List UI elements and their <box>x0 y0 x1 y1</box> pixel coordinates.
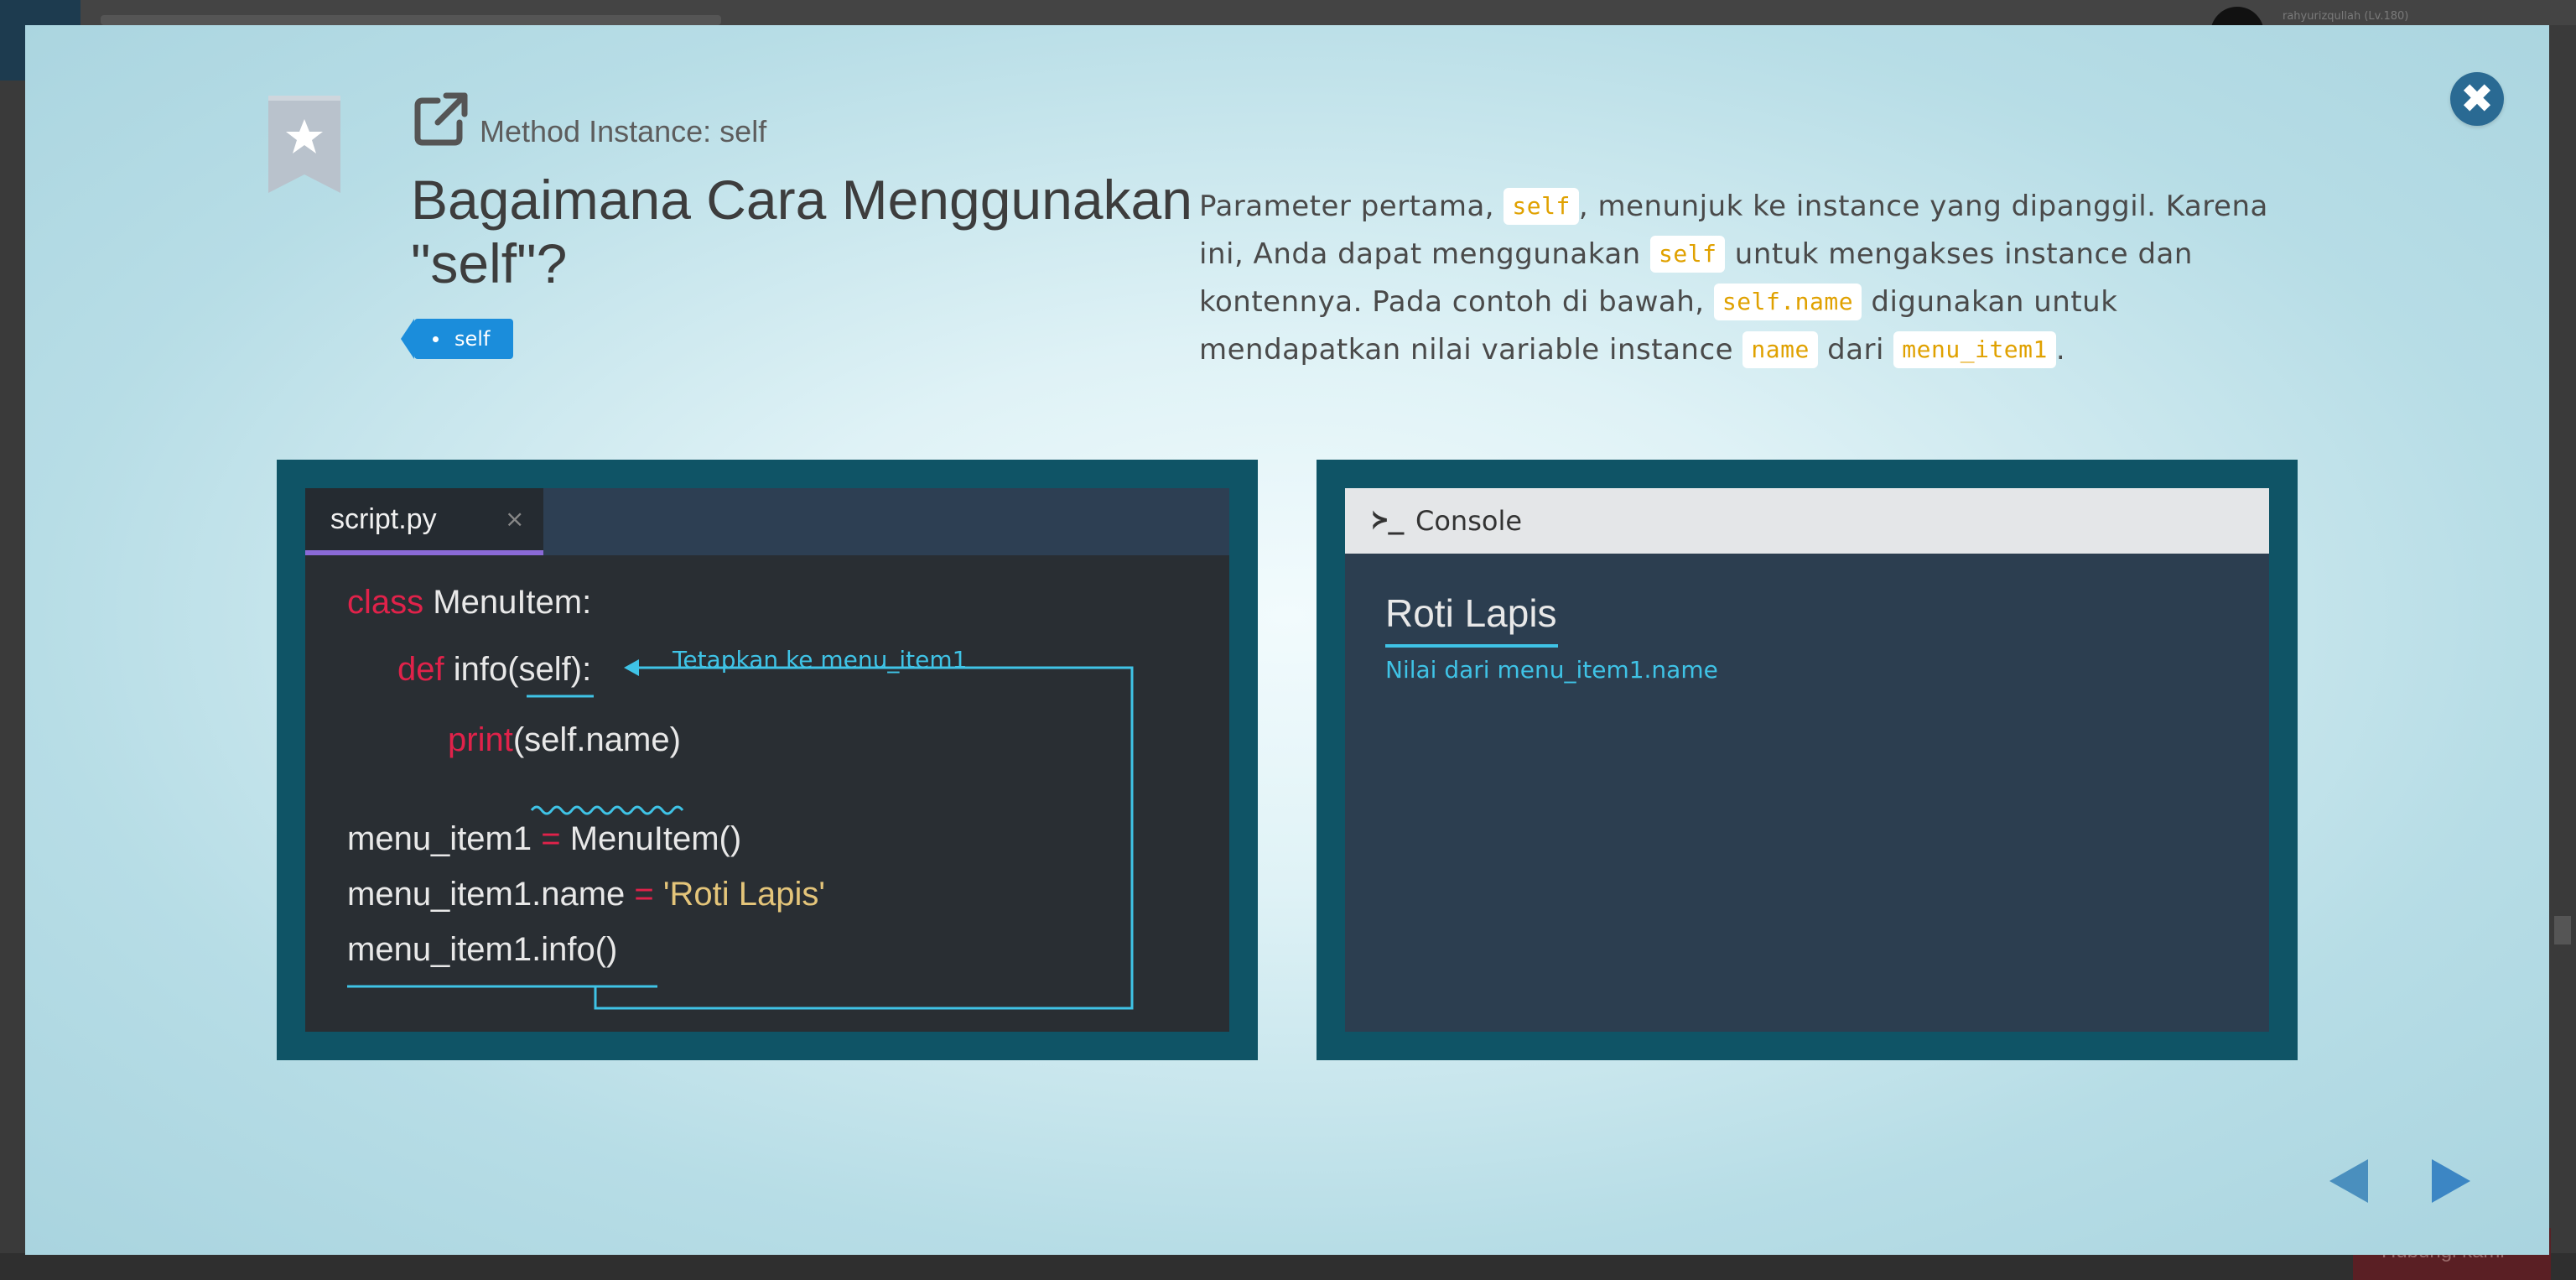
external-link-icon[interactable] <box>413 91 470 148</box>
inline-code: self <box>1504 188 1579 225</box>
title-line-2: "self"? <box>411 232 568 294</box>
background-search-bar <box>101 15 721 25</box>
star-bookmark-icon[interactable] <box>268 96 340 193</box>
topic-tag[interactable]: self <box>400 319 514 359</box>
background-scrollbar <box>2554 916 2571 944</box>
description-text: Parameter pertama, self, menunjuk ke ins… <box>1199 183 2306 374</box>
inline-code: self <box>1650 236 1726 273</box>
inline-code: menu_item1 <box>1893 331 2056 368</box>
desc-text-5: dari <box>1817 333 1894 367</box>
inline-code: name <box>1742 331 1818 368</box>
lesson-subtitle: Method Instance: self <box>480 114 767 148</box>
terminal-prompt-icon: ≻_ <box>1372 503 1405 535</box>
background-bottom-bar <box>0 1253 2576 1280</box>
console-label: Console <box>1415 505 1523 537</box>
desc-text-1: Parameter pertama, <box>1199 190 1504 223</box>
background-username: rahyurizqullah (Lv.180) <box>2283 10 2409 23</box>
annotation-arrows <box>347 659 1134 1010</box>
value-annotation: Nilai dari menu_item1.name <box>1385 656 1718 684</box>
console-output: Roti Lapis <box>1385 591 1557 635</box>
console: ≻_ Console Roti Lapis Nilai dari menu_it… <box>1345 488 2269 1032</box>
inline-code: self.name <box>1713 284 1862 320</box>
title-line-1: Bagaimana Cara Menggunakan <box>411 169 1192 231</box>
console-panel: ≻_ Console Roti Lapis Nilai dari menu_it… <box>1317 460 2298 1060</box>
page-title: Bagaimana Cara Menggunakan "self"? <box>411 168 1199 295</box>
desc-text-6: . <box>2055 333 2066 367</box>
arrow-right-icon[interactable] <box>2432 1159 2470 1203</box>
close-icon[interactable]: ✖ <box>2450 72 2504 126</box>
code-editor: script.py × class MenuItem: def info(sel… <box>305 488 1229 1032</box>
code-editor-panel: script.py × class MenuItem: def info(sel… <box>277 460 1258 1060</box>
output-underline <box>1385 644 1558 648</box>
console-header: ≻_ Console <box>1345 488 2269 554</box>
assign-annotation: Tetapkan ke menu_item1 <box>673 646 968 674</box>
arrow-left-icon[interactable] <box>2329 1159 2368 1203</box>
slide-modal: ✖ Method Instance: self Bagaimana Cara M… <box>25 25 2549 1255</box>
